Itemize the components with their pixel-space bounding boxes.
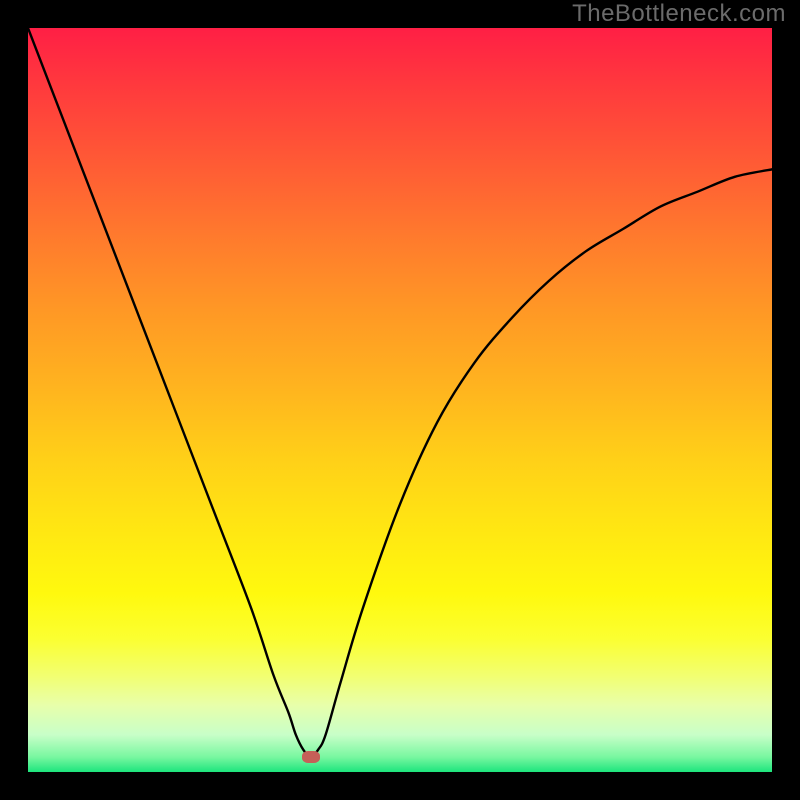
watermark-label: TheBottleneck.com: [572, 0, 786, 28]
dip-marker-icon: [302, 751, 320, 763]
chart-frame: TheBottleneck.com: [0, 0, 800, 800]
plot-area: [28, 28, 772, 772]
bottleneck-curve: [28, 28, 772, 772]
